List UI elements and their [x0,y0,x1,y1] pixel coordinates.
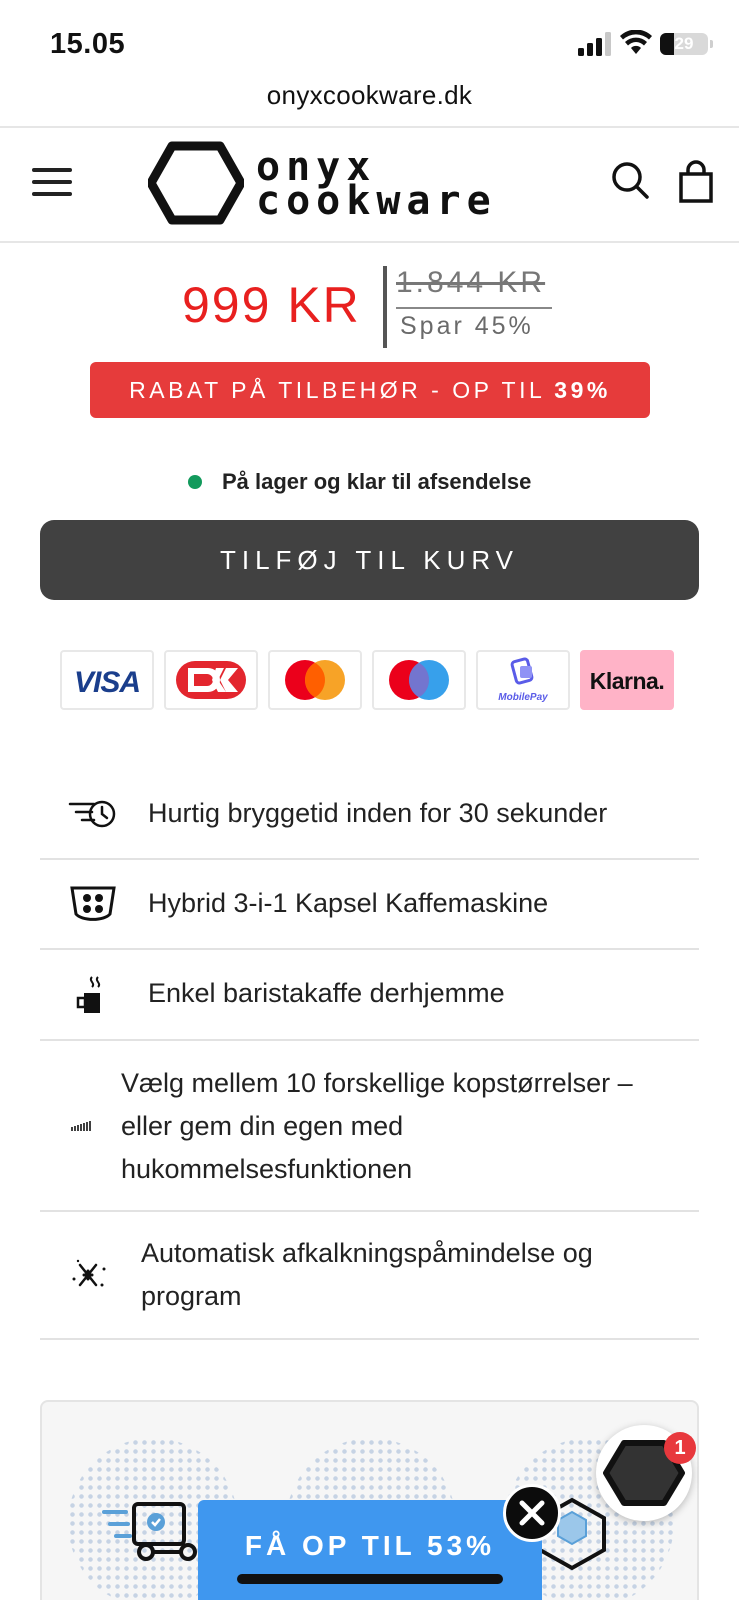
coffee-cup-icon [76,975,101,1013]
home-indicator [237,1574,503,1584]
mastercard-logo [268,650,362,710]
close-offer-button[interactable] [503,1484,561,1542]
price-block: 999 KR 1.844 KR Spar 45% [0,262,739,352]
mobilepay-wordmark: MobilePay [498,692,548,703]
payment-methods: VISA MobilePay Klarna. [60,650,680,712]
feature-text-line: eller gem din egen med [121,1111,404,1141]
search-icon[interactable] [610,160,650,200]
visa-logo: VISA [60,650,154,710]
list-item: Automatisk afkalkningspåmindelse og prog… [40,1212,699,1340]
sparkle-icon [72,1259,106,1287]
price-rule [396,307,552,309]
status-bar: 15.05 29 [0,0,739,80]
shopping-bag-icon[interactable] [678,160,714,204]
logo-wordmark: onyx cookware [256,147,497,224]
delivery-truck-icon [102,1502,197,1561]
feature-text: Enkel baristakaffe derhjemme [148,978,505,1008]
list-item: Hybrid 3-i-1 Kapsel Kaffemaskine [40,860,699,950]
feature-text: Hurtig bryggetid inden for 30 sekunder [148,798,608,828]
wifi-icon [620,30,652,54]
maestro-icon [389,660,449,700]
stock-status: På lager og klar til afsendelse [0,467,739,501]
in-stock-dot-icon [188,475,202,489]
stock-text: På lager og klar til afsendelse [222,469,532,494]
feature-text: Vælg mellem 10 forskellige kopstørrelser… [121,1062,633,1191]
list-item: Hurtig bryggetid inden for 30 sekunder [40,770,699,860]
klarna-wordmark: Klarna. [589,668,665,694]
dankort-icon [176,661,246,699]
original-price: 1.844 KR [396,266,546,299]
discount-offer-button[interactable]: FÅ OP TIL 53% [198,1500,542,1600]
feature-text: Automatisk afkalkningspåmindelse og prog… [141,1232,593,1318]
maestro-logo [372,650,466,710]
saving-label: Spar 45% [400,312,534,340]
feature-text-line: program [141,1281,242,1311]
status-time: 15.05 [50,28,126,60]
feature-text: Hybrid 3-i-1 Kapsel Kaffemaskine [148,888,549,918]
url-bar[interactable]: onyxcookware.dk [0,72,739,124]
mastercard-icon [285,660,345,700]
feature-text-line: hukommelsesfunktionen [121,1154,413,1184]
current-price: 999 KR [182,277,361,333]
mobilepay-icon [510,657,534,685]
add-to-cart-button[interactable]: TILFØJ TIL KURV [40,520,699,600]
feature-text-line: Automatisk afkalkningspåmindelse og [141,1238,593,1268]
cup-size-icon [71,1120,91,1131]
hexagon-logo-icon [148,141,244,225]
logo-line-2: cookware [256,178,497,224]
close-icon [519,1500,545,1526]
feature-text-line: Vælg mellem 10 forskellige kopstørrelser… [121,1068,633,1098]
hamburger-menu-icon[interactable] [32,164,74,200]
accessory-discount-banner[interactable]: RABAT PÅ TILBEHØR - OP TIL 39% [90,362,650,418]
battery-icon: 29 [660,33,708,55]
site-header: onyx cookware [0,126,739,243]
battery-cap [710,40,713,48]
list-item: Enkel baristakaffe derhjemme [40,950,699,1041]
capsule-holder-icon [70,886,116,921]
banner-highlight: 39% [554,377,611,403]
chat-notification-badge: 1 [664,1432,696,1464]
cellular-signal-icon [578,32,611,56]
visa-wordmark: VISA [73,666,141,699]
list-item: Vælg mellem 10 forskellige kopstørrelser… [40,1041,699,1212]
dankort-logo [164,650,258,710]
banner-text: RABAT PÅ TILBEHØR - OP TIL [129,377,555,403]
fast-clock-icon [68,800,116,828]
mobilepay-logo: MobilePay [476,650,570,710]
klarna-logo: Klarna. [580,650,674,710]
site-logo[interactable]: onyx cookware [148,138,568,228]
battery-percentage: 29 [674,34,694,53]
feature-list: Hurtig bryggetid inden for 30 sekunder H… [40,770,699,1340]
price-divider [383,266,387,348]
